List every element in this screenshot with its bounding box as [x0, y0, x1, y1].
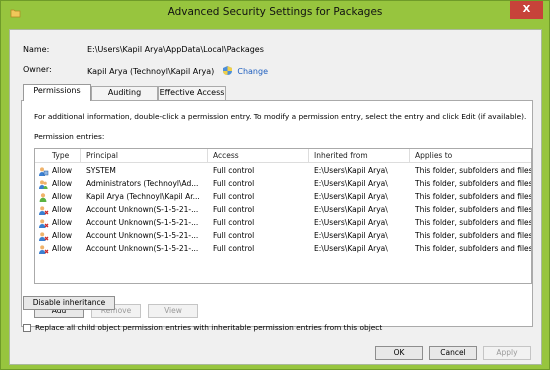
tab-effective-access-label: Effective Access	[159, 88, 225, 97]
table-row[interactable]: Allow SYSTEM Full control E:\Users\Kapil…	[35, 165, 531, 178]
column-separator	[308, 149, 309, 163]
info-text: For additional information, double-click…	[34, 112, 527, 121]
header-access[interactable]: Access	[213, 151, 239, 163]
entry-access: Full control	[213, 218, 255, 227]
entry-type: Allow	[52, 166, 73, 175]
entry-type: Allow	[52, 192, 73, 201]
security-settings-window: Advanced Security Settings for Packages …	[0, 0, 550, 370]
change-owner-link[interactable]: Change	[237, 67, 268, 76]
title-bar[interactable]: Advanced Security Settings for Packages …	[1, 1, 549, 26]
dialog-body: Name: E:\Users\Kapil Arya\AppData\Local\…	[9, 29, 542, 365]
header-applies-to[interactable]: Applies to	[415, 151, 452, 163]
entry-principal: Administrators (Technoyl\Ad...	[86, 179, 199, 188]
table-row[interactable]: Allow Account Unknown(S-1-5-21-... Full …	[35, 230, 531, 243]
entry-applies-to: This folder, subfolders and files	[415, 179, 531, 188]
entry-applies-to: This folder, subfolders and files	[415, 231, 531, 240]
entry-type: Allow	[52, 231, 73, 240]
entry-inherited-from: E:\Users\Kapil Arya\	[314, 244, 388, 253]
entry-applies-to: This folder, subfolders and files	[415, 166, 531, 175]
entry-applies-to: This folder, subfolders and files	[415, 205, 531, 214]
entry-inherited-from: E:\Users\Kapil Arya\	[314, 179, 388, 188]
tab-effective-access[interactable]: Effective Access	[158, 86, 226, 100]
table-header: Type Principal Access Inherited from App…	[35, 149, 531, 163]
apply-button[interactable]: Apply	[483, 346, 531, 360]
entry-access: Full control	[213, 231, 255, 240]
unknown-user-icon	[39, 245, 49, 254]
entry-inherited-from: E:\Users\Kapil Arya\	[314, 218, 388, 227]
name-label: Name:	[23, 45, 50, 54]
tab-auditing[interactable]: Auditing	[91, 86, 158, 100]
entry-inherited-from: E:\Users\Kapil Arya\	[314, 205, 388, 214]
close-button[interactable]: X	[510, 1, 543, 19]
column-separator	[80, 149, 81, 163]
column-separator	[207, 149, 208, 163]
entry-type: Allow	[52, 244, 73, 253]
entry-access: Full control	[213, 179, 255, 188]
cancel-button[interactable]: Cancel	[429, 346, 477, 360]
entry-access: Full control	[213, 192, 255, 201]
entry-principal: Account Unknown(S-1-5-21-...	[86, 231, 199, 240]
entry-principal: Account Unknown(S-1-5-21-...	[86, 244, 199, 253]
column-separator	[409, 149, 410, 163]
table-row[interactable]: Allow Account Unknown(S-1-5-21-... Full …	[35, 243, 531, 256]
tab-auditing-label: Auditing	[107, 88, 142, 97]
entry-inherited-from: E:\Users\Kapil Arya\	[314, 231, 388, 240]
header-inherited-from[interactable]: Inherited from	[314, 151, 368, 163]
disable-inheritance-button[interactable]: Disable inheritance	[23, 296, 115, 310]
permission-entries-label: Permission entries:	[34, 132, 105, 141]
permission-entries-table[interactable]: Type Principal Access Inherited from App…	[34, 148, 532, 284]
header-principal[interactable]: Principal	[86, 151, 118, 163]
entry-applies-to: This folder, subfolders and files	[415, 218, 531, 227]
entry-inherited-from: E:\Users\Kapil Arya\	[314, 192, 388, 201]
group-icon	[39, 180, 48, 189]
entry-principal: Account Unknown(S-1-5-21-...	[86, 205, 199, 214]
header-type[interactable]: Type	[52, 151, 69, 163]
entry-principal: Account Unknown(S-1-5-21-...	[86, 218, 199, 227]
replace-child-permissions-label: Replace all child object permission entr…	[35, 323, 383, 332]
unknown-user-icon	[39, 206, 49, 215]
tab-permissions-label: Permissions	[33, 86, 81, 95]
window-title: Advanced Security Settings for Packages	[167, 6, 383, 18]
entry-principal: Kapil Arya (Technoyl\Kapil Ar...	[86, 192, 200, 201]
unknown-user-icon	[39, 219, 49, 228]
entry-type: Allow	[52, 179, 73, 188]
uac-shield-icon	[222, 66, 232, 75]
table-row[interactable]: Allow Kapil Arya (Technoyl\Kapil Ar... F…	[35, 191, 531, 204]
tab-permissions[interactable]: Permissions	[23, 84, 91, 101]
replace-child-permissions-checkbox[interactable]	[23, 324, 31, 332]
ok-button[interactable]: OK	[375, 346, 423, 360]
table-row[interactable]: Allow Account Unknown(S-1-5-21-... Full …	[35, 204, 531, 217]
entry-type: Allow	[52, 205, 73, 214]
owner-value-group: Kapil Arya (Technoyl\Kapil Arya) Change	[87, 65, 268, 76]
table-row[interactable]: Allow Account Unknown(S-1-5-21-... Full …	[35, 217, 531, 230]
unknown-user-icon	[39, 232, 49, 241]
permissions-panel: For additional information, double-click…	[21, 100, 533, 327]
entry-applies-to: This folder, subfolders and files	[415, 244, 531, 253]
owner-label: Owner:	[23, 65, 52, 74]
entry-inherited-from: E:\Users\Kapil Arya\	[314, 166, 388, 175]
owner-value: Kapil Arya (Technoyl\Kapil Arya)	[87, 67, 215, 76]
table-row[interactable]: Allow Administrators (Technoyl\Ad... Ful…	[35, 178, 531, 191]
entry-applies-to: This folder, subfolders and files	[415, 192, 531, 201]
entry-type: Allow	[52, 218, 73, 227]
system-user-icon	[39, 167, 49, 176]
name-value: E:\Users\Kapil Arya\AppData\Local\Packag…	[87, 45, 264, 54]
entry-principal: SYSTEM	[86, 166, 116, 175]
view-button[interactable]: View	[148, 304, 198, 318]
entry-access: Full control	[213, 244, 255, 253]
entry-access: Full control	[213, 205, 255, 214]
entry-access: Full control	[213, 166, 255, 175]
user-icon	[39, 193, 47, 202]
